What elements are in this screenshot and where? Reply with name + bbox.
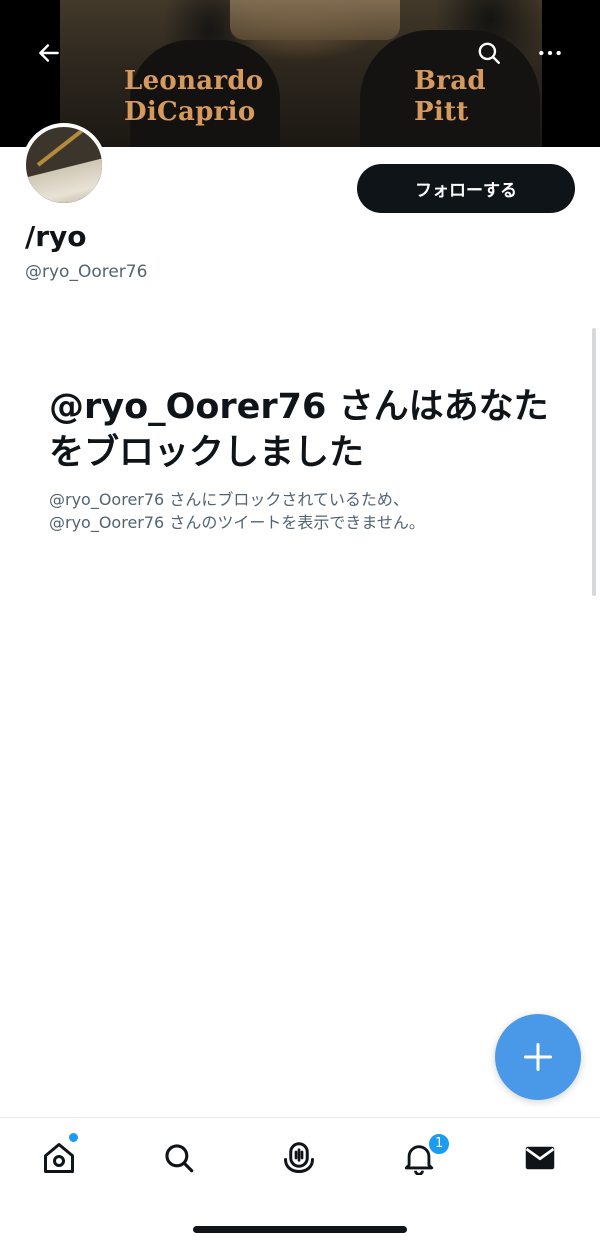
plus-icon xyxy=(524,1043,552,1071)
profile-banner: Leonardo DiCaprio Brad Pitt xyxy=(0,0,600,147)
search-button[interactable] xyxy=(470,34,508,72)
more-horizontal-icon xyxy=(539,50,561,56)
tab-spaces[interactable] xyxy=(277,1136,321,1180)
user-handle: @ryo_Oorer76 xyxy=(25,262,148,282)
more-button[interactable] xyxy=(531,34,569,72)
avatar[interactable] xyxy=(22,123,106,207)
profile-screen: Leonardo DiCaprio Brad Pitt フォローする /ryo … xyxy=(0,0,600,1246)
search-icon xyxy=(165,1144,194,1173)
follow-button[interactable]: フォローする xyxy=(357,164,575,213)
home-icon xyxy=(44,1143,74,1173)
blocked-title: @ryo_Oorer76 さんはあなたをブロックしました xyxy=(49,387,549,473)
display-name: /ryo xyxy=(25,220,87,253)
arrow-left-icon xyxy=(39,44,59,62)
compose-tweet-button[interactable] xyxy=(495,1014,581,1100)
tab-home[interactable] xyxy=(37,1136,81,1180)
banner-caption-right: Brad Pitt xyxy=(414,66,486,127)
tab-search[interactable] xyxy=(157,1136,201,1180)
home-unread-dot xyxy=(69,1133,78,1142)
scrollbar[interactable] xyxy=(592,328,596,596)
mail-icon xyxy=(525,1146,555,1170)
spaces-icon xyxy=(284,1142,314,1174)
search-icon xyxy=(478,42,500,64)
home-indicator[interactable] xyxy=(193,1226,407,1233)
blocked-description: @ryo_Oorer76 さんにブロックされているため、 @ryo_Oorer7… xyxy=(49,490,425,532)
banner-caption-left: Leonardo DiCaprio xyxy=(124,66,264,127)
tab-messages[interactable] xyxy=(518,1136,562,1180)
back-button[interactable] xyxy=(30,34,68,72)
